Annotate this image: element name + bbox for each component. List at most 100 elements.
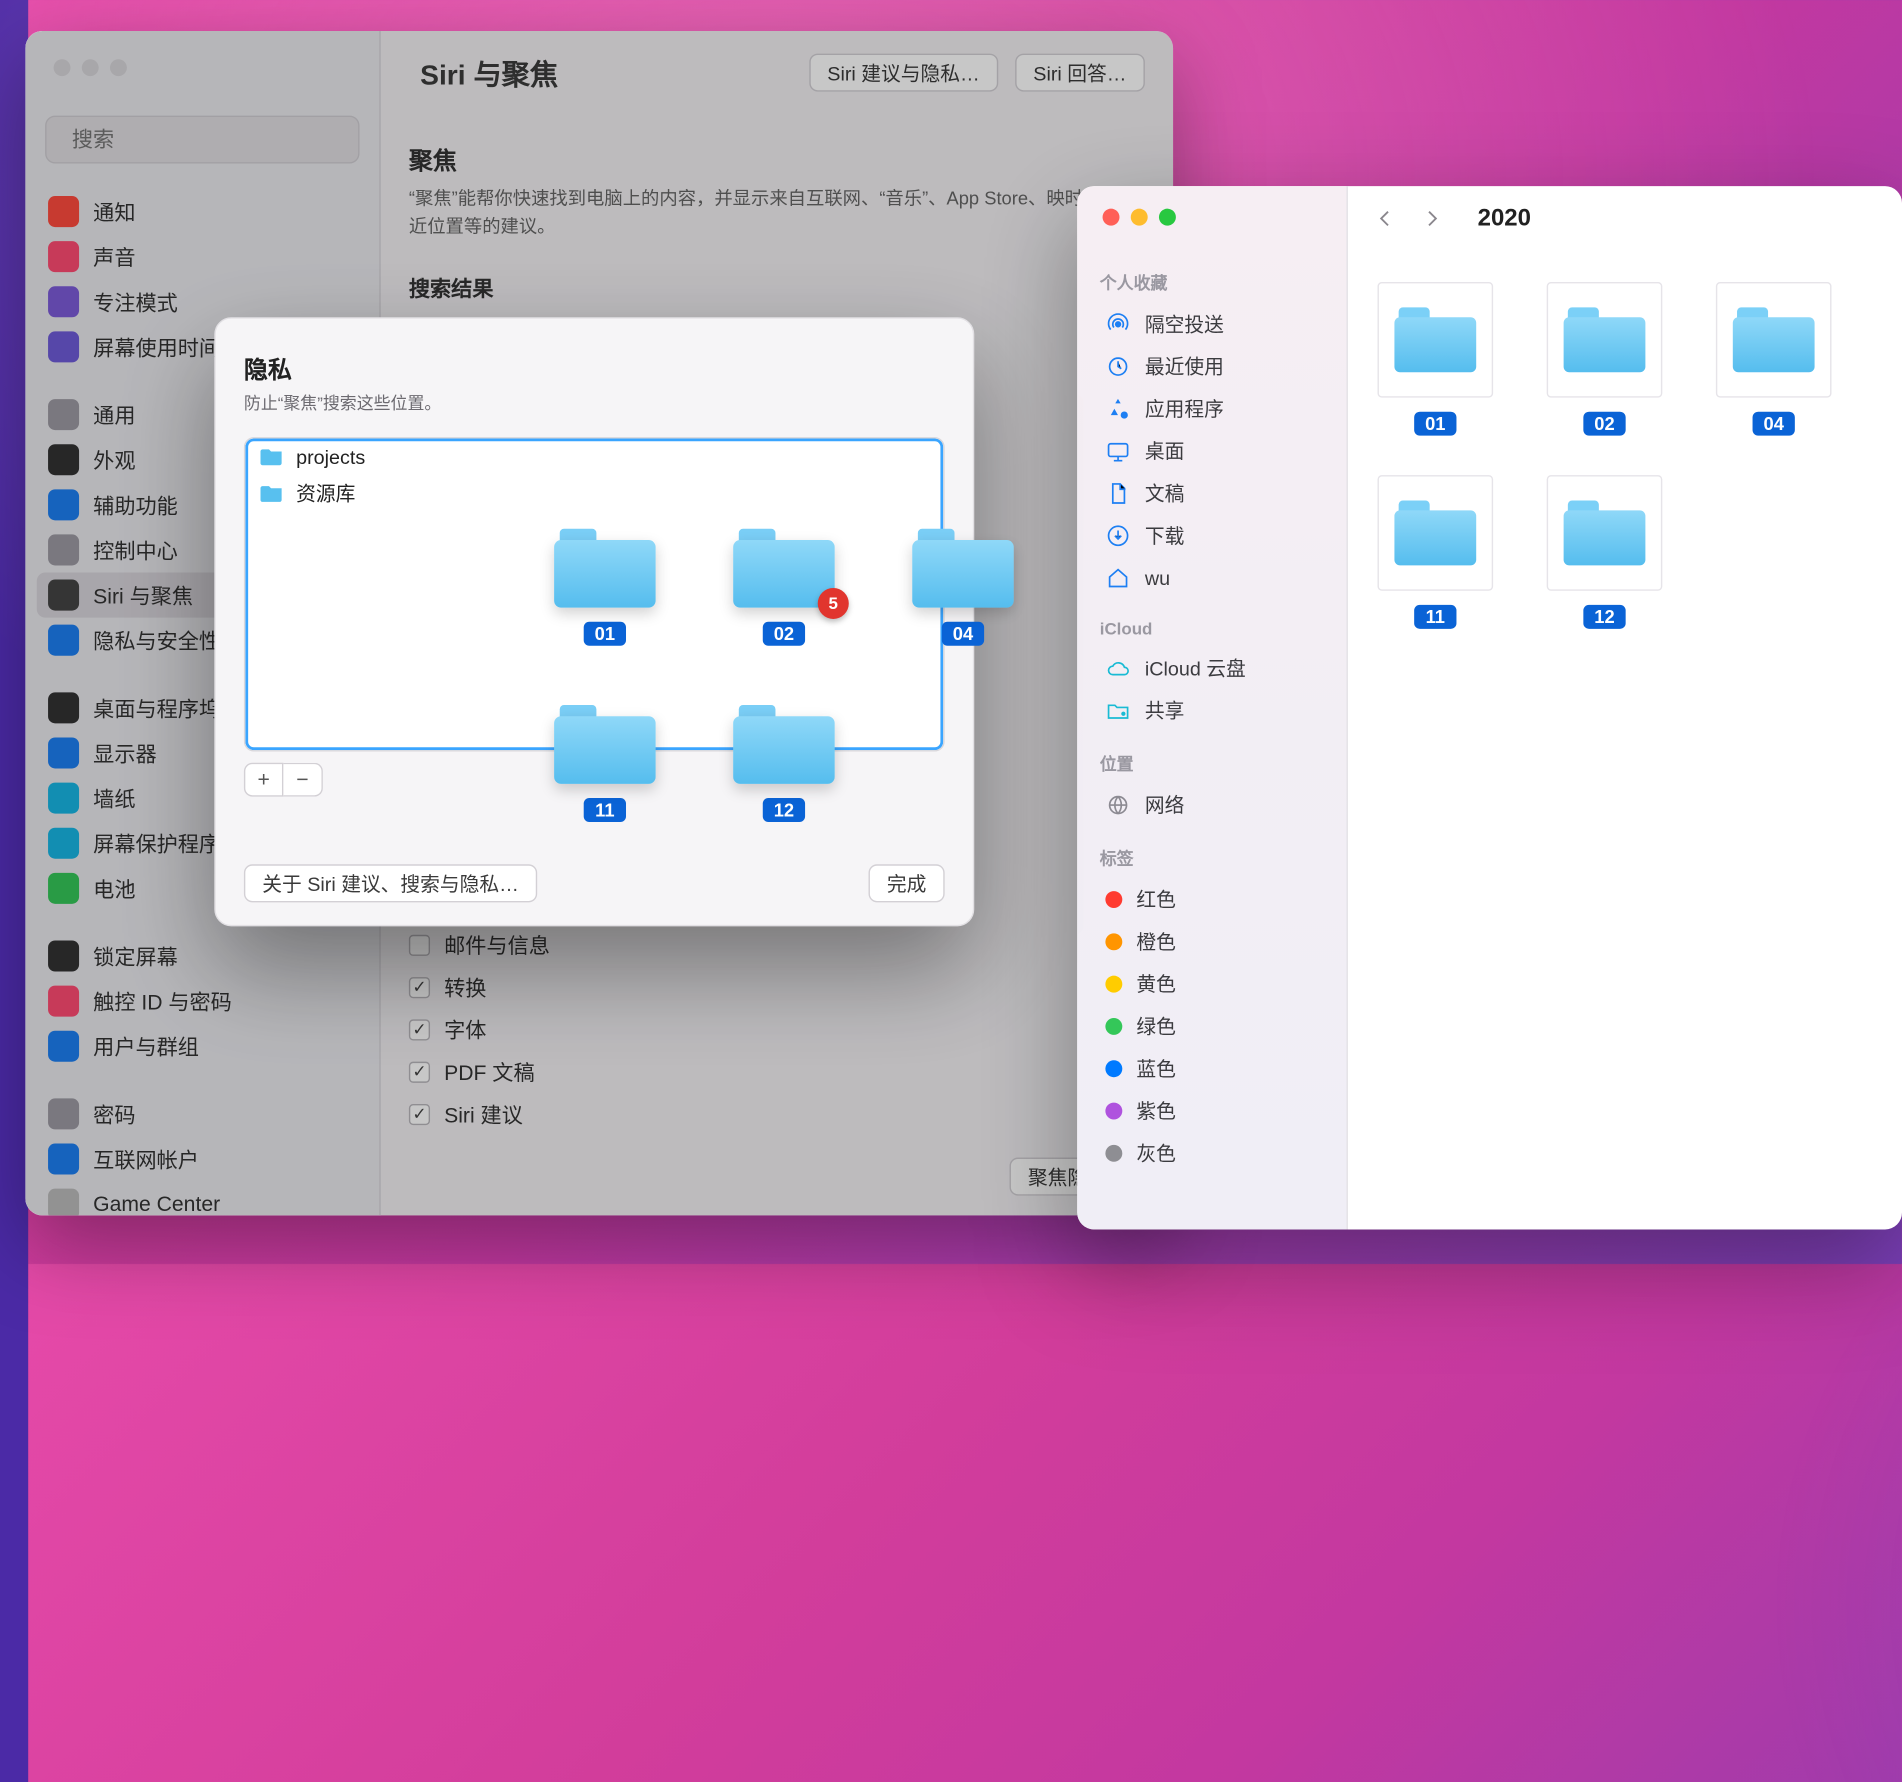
finder-tag-item[interactable]: 紫色 [1100, 1090, 1324, 1132]
sidebar-item[interactable]: 声音 [37, 234, 368, 279]
checkbox-label: PDF 文稿 [444, 1057, 534, 1087]
finder-sidebar-item[interactable]: wu [1100, 557, 1324, 599]
add-location-button[interactable]: + [244, 763, 283, 797]
tag-color-dot [1105, 891, 1122, 908]
result-checkbox-row[interactable]: 转换 [409, 966, 1145, 1008]
tag-label: 灰色 [1136, 1139, 1175, 1167]
sidebar-item-icon [48, 828, 79, 859]
sidebar-item-label: Siri 与聚焦 [93, 580, 193, 610]
sidebar-item-icon [48, 196, 79, 227]
finder-sidebar-label: 下载 [1145, 522, 1184, 550]
excluded-location-row[interactable]: projects [245, 438, 943, 475]
sidebar-item[interactable]: 用户与群组 [37, 1024, 368, 1069]
close-dot[interactable] [1103, 209, 1120, 226]
finder-folder[interactable]: 12 [1542, 475, 1666, 629]
sidebar-item[interactable]: 密码 [37, 1091, 368, 1136]
finder-sidebar-label: 共享 [1145, 697, 1184, 725]
forward-button[interactable] [1421, 207, 1444, 230]
tag-label: 绿色 [1136, 1012, 1175, 1040]
tag-color-dot [1105, 1145, 1122, 1162]
done-button[interactable]: 完成 [869, 864, 945, 902]
tag-label: 红色 [1136, 885, 1175, 913]
sidebar-item-icon [48, 1189, 79, 1216]
finder-sidebar-item[interactable]: 网络 [1100, 784, 1324, 826]
finder-sidebar-item[interactable]: 文稿 [1100, 472, 1324, 514]
sidebar-item[interactable]: 锁定屏幕 [37, 933, 368, 978]
sidebar-item[interactable]: 触控 ID 与密码 [37, 978, 368, 1023]
close-dot[interactable] [54, 59, 71, 76]
checkbox[interactable] [409, 976, 430, 997]
doc-icon [1105, 481, 1130, 506]
sidebar-item-icon [48, 737, 79, 768]
checkbox[interactable] [409, 934, 430, 955]
zoom-dot[interactable] [1159, 209, 1176, 226]
checkbox-label: 转换 [444, 972, 486, 1002]
about-privacy-button[interactable]: 关于 Siri 建议、搜索与隐私… [244, 864, 537, 902]
finder-folder[interactable]: 01 [1373, 282, 1497, 436]
finder-folder[interactable]: 11 [1373, 475, 1497, 629]
zoom-dot[interactable] [110, 59, 127, 76]
siri-answers-button[interactable]: Siri 回答… [1015, 54, 1145, 92]
sidebar-item-icon [48, 873, 79, 904]
sidebar-item-icon [48, 286, 79, 317]
finder-sidebar-label: 隔空投送 [1145, 310, 1224, 338]
finder-folder[interactable]: 02 [1542, 282, 1666, 436]
sidebar-item[interactable]: Game Center [37, 1182, 368, 1216]
tag-label: 黄色 [1136, 970, 1175, 998]
finder-sidebar-item[interactable]: 应用程序 [1100, 388, 1324, 430]
result-checkbox-row[interactable]: 字体 [409, 1008, 1145, 1050]
excluded-location-row[interactable]: 资源库 [245, 475, 943, 512]
sidebar-item-label: 通知 [93, 197, 135, 227]
sidebar-item-icon [48, 331, 79, 362]
finder-tag-item[interactable]: 绿色 [1100, 1005, 1324, 1047]
siri-suggestions-privacy-button[interactable]: Siri 建议与隐私… [809, 54, 998, 92]
folder-thumbnail [1378, 475, 1494, 591]
sidebar-item-label: 触控 ID 与密码 [93, 986, 232, 1016]
result-checkbox-row[interactable]: Siri 建议 [409, 1093, 1145, 1135]
finder-tag-item[interactable]: 黄色 [1100, 963, 1324, 1005]
favorites-heading: 个人收藏 [1100, 271, 1324, 295]
finder-sidebar-item[interactable]: 共享 [1100, 689, 1324, 731]
folder-label: 11 [1414, 605, 1456, 629]
sidebar-search[interactable] [45, 116, 359, 164]
finder-tag-item[interactable]: 红色 [1100, 878, 1324, 920]
folder-icon [259, 444, 284, 469]
sidebar-item-label: 锁定屏幕 [93, 941, 178, 971]
sidebar-item-icon [48, 940, 79, 971]
back-button[interactable] [1373, 207, 1396, 230]
sidebar-item-icon [48, 625, 79, 656]
tag-label: 橙色 [1136, 928, 1175, 956]
sidebar-item[interactable]: 通知 [37, 189, 368, 234]
finder-tag-item[interactable]: 灰色 [1100, 1132, 1324, 1174]
sidebar-item-icon [48, 986, 79, 1017]
finder-content[interactable]: 01 02 04 11 12 [1348, 251, 1902, 1229]
finder-sidebar-item[interactable]: 下载 [1100, 515, 1324, 557]
finder-tag-item[interactable]: 蓝色 [1100, 1048, 1324, 1090]
folder-label: 04 [1752, 412, 1795, 436]
checkbox[interactable] [409, 1019, 430, 1040]
finder-sidebar-item[interactable]: 桌面 [1100, 430, 1324, 472]
remove-location-button[interactable]: − [283, 763, 322, 797]
search-input[interactable] [72, 128, 353, 152]
checkbox[interactable] [409, 1103, 430, 1124]
finder-sidebar-item[interactable]: 隔空投送 [1100, 303, 1324, 345]
spotlight-description: “聚焦”能帮你快速找到电脑上的内容，并显示来自互联网、“音乐”、App Stor… [409, 185, 1145, 240]
finder-sidebar-item[interactable]: iCloud 云盘 [1100, 647, 1324, 689]
minimize-dot[interactable] [1131, 209, 1148, 226]
sidebar-item-icon [48, 1031, 79, 1062]
minimize-dot[interactable] [82, 59, 99, 76]
finder-tag-item[interactable]: 橙色 [1100, 921, 1324, 963]
sidebar-item-icon [48, 399, 79, 430]
apps-icon [1105, 396, 1130, 421]
checkbox[interactable] [409, 1061, 430, 1082]
finder-toolbar: 2020 [1348, 186, 1902, 251]
modal-subtitle: 防止“聚焦”搜索这些位置。 [244, 391, 945, 415]
excluded-locations-list[interactable]: projects资源库 [244, 437, 945, 751]
sidebar-item[interactable]: 互联网帐户 [37, 1136, 368, 1181]
sidebar-item-label: 显示器 [93, 738, 156, 768]
result-checkbox-row[interactable]: PDF 文稿 [409, 1050, 1145, 1092]
result-checkbox-row[interactable]: 邮件与信息 [409, 924, 1145, 966]
sidebar-item-icon [48, 692, 79, 723]
finder-folder[interactable]: 04 [1712, 282, 1836, 436]
finder-sidebar-item[interactable]: 最近使用 [1100, 345, 1324, 387]
